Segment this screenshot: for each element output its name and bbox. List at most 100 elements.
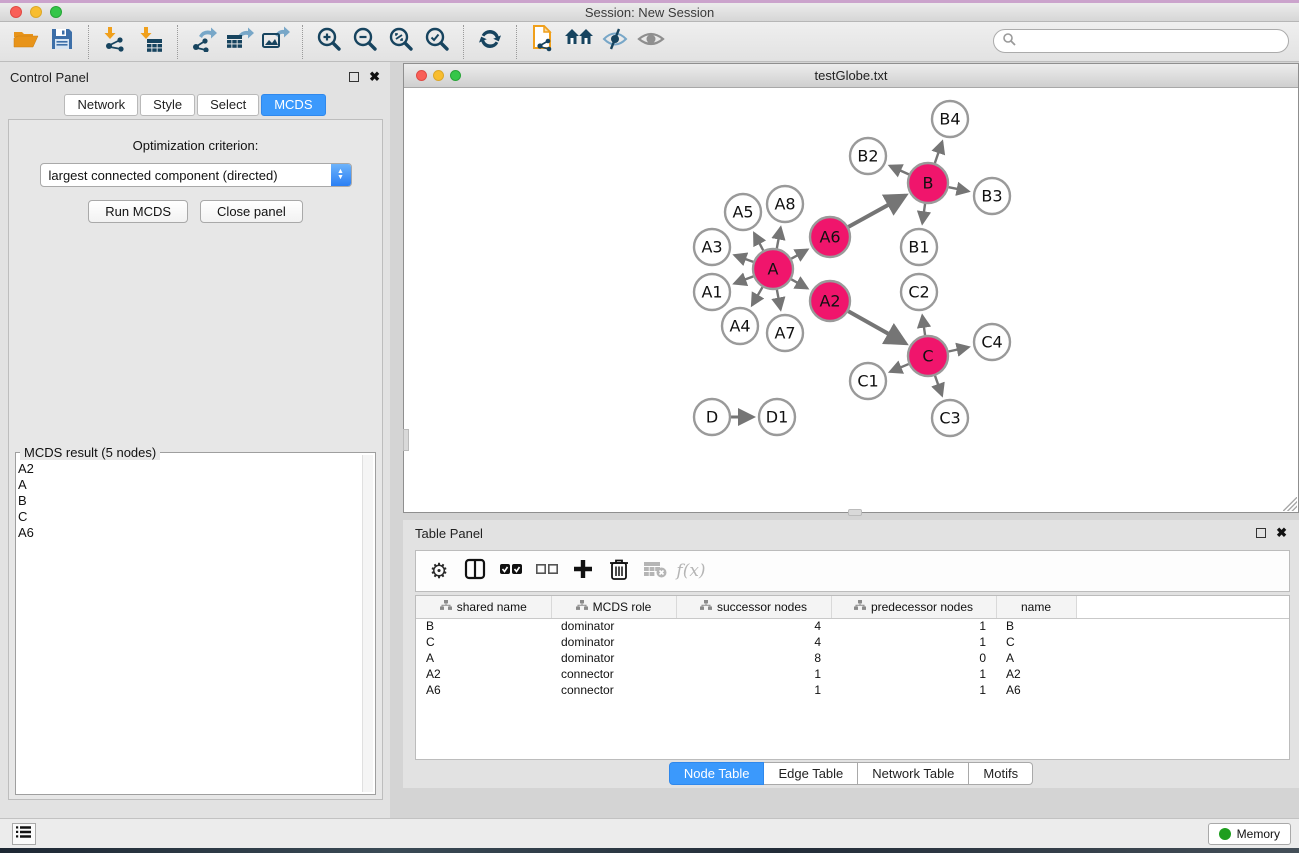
zoom-selected-button[interactable] <box>419 26 455 58</box>
edge-A-A6[interactable] <box>791 250 807 259</box>
edge-A-A1[interactable] <box>734 276 753 283</box>
tab-motifs[interactable]: Motifs <box>969 762 1033 785</box>
column-header-successor-nodes[interactable]: successor nodes <box>676 596 831 618</box>
cell-MCDS-role[interactable]: dominator <box>551 650 676 666</box>
zoom-fit-button[interactable] <box>383 26 419 58</box>
edge-C-C3[interactable] <box>935 376 942 396</box>
splitter-handle-left[interactable] <box>403 429 409 451</box>
cell-name[interactable]: A2 <box>996 666 1076 682</box>
zoom-out-button[interactable] <box>347 26 383 58</box>
import-table-button[interactable] <box>133 26 169 58</box>
edge-A6-B[interactable] <box>848 196 905 227</box>
column-header-shared-name[interactable]: shared name <box>416 596 551 618</box>
edge-B-B1[interactable] <box>922 204 925 223</box>
select-all-button[interactable] <box>496 556 526 586</box>
open-file-button[interactable] <box>8 26 44 58</box>
tab-style[interactable]: Style <box>140 94 195 116</box>
cell-MCDS-role[interactable]: dominator <box>551 618 676 634</box>
mcds-result-item[interactable]: A2 <box>18 461 361 477</box>
table-row[interactable]: Adominator80A <box>416 650 1289 666</box>
float-panel-icon[interactable] <box>349 72 359 82</box>
export-image-button[interactable] <box>258 26 294 58</box>
network-canvas[interactable]: AA1A2A3A4A5A6A7A8BB1B2B3B4CC1C2C3C4DD1 <box>404 88 1298 512</box>
deselect-all-button[interactable] <box>532 556 562 586</box>
table-row[interactable]: A6connector11A6 <box>416 682 1289 698</box>
cell-MCDS-role[interactable]: connector <box>551 666 676 682</box>
run-mcds-button[interactable]: Run MCDS <box>88 200 188 223</box>
close-panel-button[interactable]: Close panel <box>200 200 303 223</box>
table-row[interactable]: Bdominator41B <box>416 618 1289 634</box>
mcds-list-scrollbar[interactable] <box>362 455 373 792</box>
column-header-name[interactable]: name <box>996 596 1076 618</box>
destroy-table-button[interactable] <box>640 556 670 586</box>
cell-shared-name[interactable]: A2 <box>416 666 551 682</box>
cell-shared-name[interactable]: A6 <box>416 682 551 698</box>
edge-B-B2[interactable] <box>890 166 909 175</box>
mcds-result-item[interactable]: A <box>18 477 361 493</box>
edge-A-A4[interactable] <box>752 287 762 305</box>
show-graphics-button[interactable] <box>633 26 669 58</box>
network-graph[interactable]: AA1A2A3A4A5A6A7A8BB1B2B3B4CC1C2C3C4DD1 <box>404 88 1298 512</box>
cell-shared-name[interactable]: B <box>416 618 551 634</box>
table-float-panel-icon[interactable] <box>1256 528 1266 538</box>
mcds-result-item[interactable]: A6 <box>18 525 361 541</box>
cell-successor-nodes[interactable]: 4 <box>676 618 831 634</box>
edge-C-C1[interactable] <box>890 364 908 372</box>
column-header-MCDS-role[interactable]: MCDS role <box>551 596 676 618</box>
edge-C-C4[interactable] <box>949 347 969 351</box>
cell-name[interactable]: A6 <box>996 682 1076 698</box>
tab-edge-table[interactable]: Edge Table <box>764 762 858 785</box>
table-row[interactable]: A2connector11A2 <box>416 666 1289 682</box>
cell-successor-nodes[interactable]: 8 <box>676 650 831 666</box>
cell-name[interactable]: C <box>996 634 1076 650</box>
splitter-handle-bottom[interactable] <box>848 509 862 516</box>
edge-B-B4[interactable] <box>935 142 942 163</box>
create-column-button[interactable] <box>568 556 598 586</box>
column-header-predecessor-nodes[interactable]: predecessor nodes <box>831 596 996 618</box>
cell-predecessor-nodes[interactable]: 1 <box>831 666 996 682</box>
table-settings-button[interactable]: ⚙ <box>424 556 454 586</box>
cell-predecessor-nodes[interactable]: 1 <box>831 682 996 698</box>
search-input[interactable] <box>1022 34 1288 49</box>
tab-select[interactable]: Select <box>197 94 259 116</box>
edge-B-B3[interactable] <box>949 187 969 191</box>
window-resize-grip[interactable] <box>1283 497 1297 511</box>
tab-node-table[interactable]: Node Table <box>669 762 765 785</box>
hide-graphics-button[interactable] <box>597 26 633 58</box>
cell-predecessor-nodes[interactable]: 0 <box>831 650 996 666</box>
zoom-in-button[interactable] <box>311 26 347 58</box>
cell-MCDS-role[interactable]: connector <box>551 682 676 698</box>
edge-A-A5[interactable] <box>754 233 763 250</box>
edge-C-C2[interactable] <box>922 316 925 335</box>
task-history-button[interactable] <box>12 823 36 845</box>
show-columns-button[interactable] <box>460 556 490 586</box>
node-table[interactable]: shared nameMCDS rolesuccessor nodesprede… <box>416 596 1289 698</box>
edge-A-A3[interactable] <box>735 255 754 262</box>
mcds-result-item[interactable]: B <box>18 493 361 509</box>
mcds-result-item[interactable]: C <box>18 509 361 525</box>
cell-successor-nodes[interactable]: 4 <box>676 634 831 650</box>
memory-button[interactable]: Memory <box>1208 823 1291 845</box>
delete-column-button[interactable] <box>604 556 634 586</box>
table-close-panel-icon[interactable]: ✖ <box>1276 528 1287 538</box>
cell-shared-name[interactable]: A <box>416 650 551 666</box>
export-network-button[interactable] <box>186 26 222 58</box>
edge-A-A8[interactable] <box>777 228 781 249</box>
edge-A2-C[interactable] <box>848 311 905 343</box>
export-table-button[interactable] <box>222 26 258 58</box>
cell-predecessor-nodes[interactable]: 1 <box>831 634 996 650</box>
tab-network[interactable]: Network <box>64 94 138 116</box>
search-field[interactable] <box>993 29 1289 53</box>
edge-A-A2[interactable] <box>791 279 807 288</box>
refresh-button[interactable] <box>472 26 508 58</box>
cell-MCDS-role[interactable]: dominator <box>551 634 676 650</box>
function-builder-button[interactable]: f(x) <box>676 556 706 586</box>
cell-name[interactable]: A <box>996 650 1076 666</box>
mcds-result-list[interactable]: A2ABCA6 <box>18 461 361 792</box>
cell-predecessor-nodes[interactable]: 1 <box>831 618 996 634</box>
close-panel-icon[interactable]: ✖ <box>369 72 380 82</box>
tab-mcds[interactable]: MCDS <box>261 94 325 116</box>
cell-name[interactable]: B <box>996 618 1076 634</box>
cell-successor-nodes[interactable]: 1 <box>676 666 831 682</box>
network-window-titlebar[interactable]: testGlobe.txt <box>404 64 1298 88</box>
